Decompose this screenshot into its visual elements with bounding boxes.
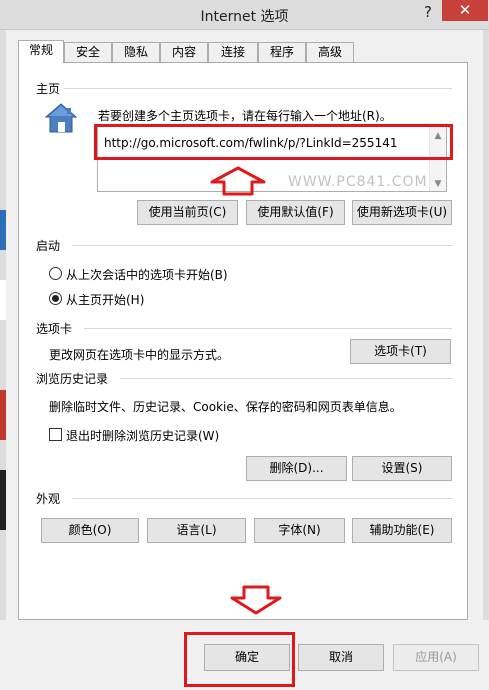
house-icon <box>44 103 78 133</box>
tab-general[interactable]: 常规 <box>18 40 64 63</box>
apply-button: 应用(A) <box>393 644 479 671</box>
up-arrow-annotation-icon <box>210 166 266 196</box>
tab-privacy[interactable]: 隐私 <box>112 42 160 62</box>
close-button[interactable]: ✕ <box>442 0 488 21</box>
right-window-edge <box>483 30 489 690</box>
window-title: Internet 选项 <box>200 9 289 25</box>
home-description: 若要创建多个主页选项卡，请在每行输入一个地址(R)。 <box>98 109 392 123</box>
home-separator <box>64 88 452 89</box>
history-description: 删除临时文件、历史记录、Cookie、保存的密码和网页表单信息。 <box>49 400 402 414</box>
title-bar: Internet 选项 ? ✕ <box>0 0 489 30</box>
colors-button[interactable]: 颜色(O) <box>41 518 139 543</box>
use-new-tab-button[interactable]: 使用新选项卡(U) <box>352 200 452 225</box>
appearance-group-label: 外观 <box>36 492 61 506</box>
delete-on-exit-label[interactable]: 退出时删除浏览历史记录(W) <box>66 427 219 444</box>
help-button[interactable]: ? <box>420 3 436 23</box>
history-separator <box>120 378 452 379</box>
delete-on-exit-checkbox[interactable] <box>49 428 62 441</box>
tab-connections[interactable]: 连接 <box>208 42 258 62</box>
accessibility-button[interactable]: 辅助功能(E) <box>352 518 452 543</box>
tab-content[interactable]: 内容 <box>160 42 208 62</box>
home-page-option-label[interactable]: 从主页开始(H) <box>66 291 144 308</box>
last-session-label[interactable]: 从上次会话中的选项卡开始(B) <box>66 266 228 283</box>
tab-advanced[interactable]: 高级 <box>306 42 354 62</box>
radio-home-page[interactable] <box>49 292 62 305</box>
startup-separator <box>72 245 452 246</box>
left-window-edge <box>0 30 6 690</box>
history-group-label: 浏览历史记录 <box>36 372 109 386</box>
tabs-description: 更改网页在选项卡中的显示方式。 <box>49 348 230 362</box>
use-current-page-button[interactable]: 使用当前页(C) <box>137 200 238 225</box>
watermark: WWW.PC841.COM <box>288 174 428 190</box>
ok-highlight-box <box>184 632 295 687</box>
tabs-group-label: 选项卡 <box>36 322 73 336</box>
home-group-label: 主页 <box>36 82 61 96</box>
down-arrow-annotation-icon <box>230 585 282 615</box>
cancel-button[interactable]: 取消 <box>298 644 384 671</box>
delete-history-button[interactable]: 删除(D)... <box>246 456 347 481</box>
url-highlight-box <box>94 124 453 160</box>
tabs-settings-button[interactable]: 选项卡(T) <box>350 339 451 364</box>
tabs-separator <box>84 328 452 329</box>
scroll-down-icon[interactable]: ▼ <box>430 179 446 189</box>
radio-last-session[interactable] <box>49 267 62 280</box>
fonts-button[interactable]: 字体(N) <box>254 518 345 543</box>
history-settings-button[interactable]: 设置(S) <box>352 456 452 481</box>
use-default-button[interactable]: 使用默认值(F) <box>246 200 345 225</box>
languages-button[interactable]: 语言(L) <box>147 518 246 543</box>
appearance-separator <box>72 498 452 499</box>
tab-programs[interactable]: 程序 <box>258 42 306 62</box>
startup-group-label: 启动 <box>36 239 61 253</box>
tab-security[interactable]: 安全 <box>64 42 112 62</box>
